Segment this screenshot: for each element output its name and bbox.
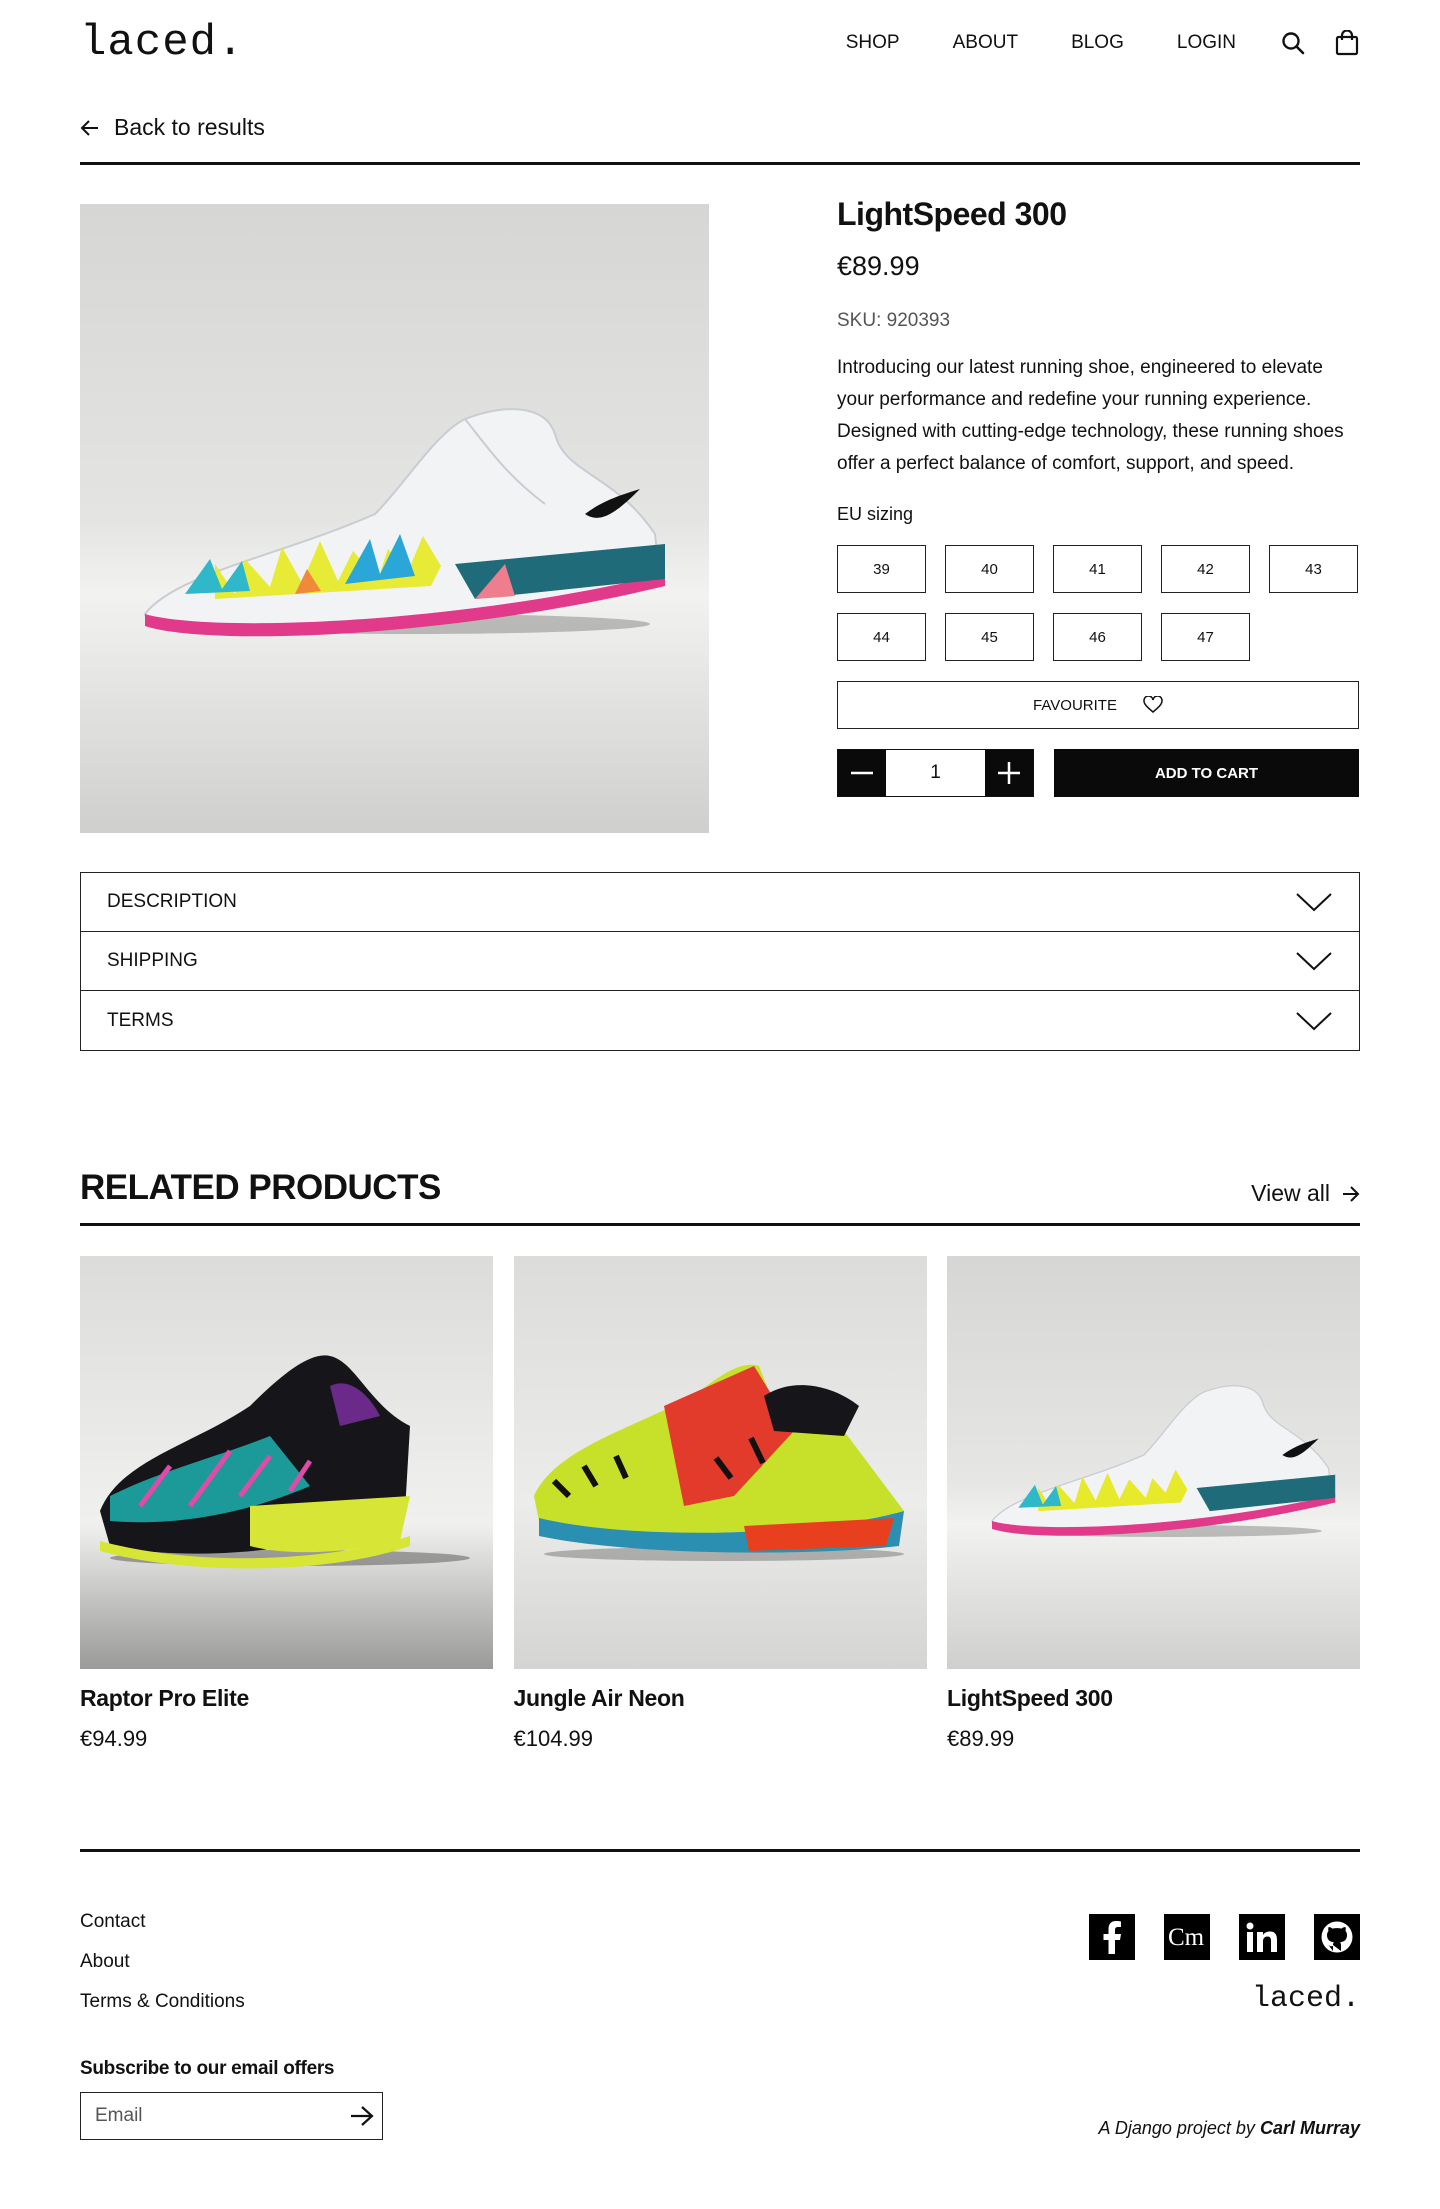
footer-divider [80, 1849, 1360, 1852]
back-link-label: Back to results [114, 114, 265, 140]
footer-credit: A Django project by Carl Murray [1099, 2118, 1360, 2139]
sizing-label: EU sizing [837, 504, 914, 524]
nav-blog[interactable]: BLOG [1071, 32, 1124, 54]
email-input[interactable] [95, 2105, 342, 2127]
view-all-link[interactable]: View all [1251, 1180, 1360, 1207]
divider [80, 162, 1360, 165]
nav-about[interactable]: ABOUT [953, 32, 1018, 54]
search-icon[interactable] [1280, 30, 1306, 56]
footer-logo: laced. [1251, 1982, 1360, 2016]
arrow-left-icon [80, 119, 98, 136]
back-to-results-link[interactable]: Back to results [80, 114, 265, 141]
product-card-price: €94.99 [80, 1726, 148, 1751]
product-card[interactable]: Raptor Pro Elite €94.99 [80, 1256, 493, 1752]
product-card-price: €104.99 [513, 1726, 594, 1751]
arrow-right-icon [351, 2106, 374, 2126]
product-accordion: DESCRIPTION SHIPPING TERMS [80, 872, 1360, 1051]
email-subscribe-form [80, 2092, 383, 2140]
accordion-shipping[interactable]: SHIPPING [81, 932, 1359, 991]
facebook-icon[interactable] [1089, 1914, 1135, 1960]
product-sku: SKU: 920393 [837, 310, 951, 331]
product-title: LightSpeed 300 [837, 196, 1067, 232]
product-card[interactable]: Jungle Air Neon €104.99 [513, 1256, 927, 1752]
product-card-image [80, 1256, 493, 1669]
size-button[interactable]: 44 [837, 613, 926, 661]
product-card-price: €89.99 [947, 1726, 1015, 1751]
accordion-label: TERMS [107, 1009, 174, 1031]
cm-icon[interactable]: Cm [1164, 1914, 1210, 1960]
size-button[interactable]: 39 [837, 545, 926, 593]
product-image [80, 204, 709, 833]
product-card-image [513, 1256, 927, 1669]
product-card-name: Raptor Pro Elite [80, 1685, 250, 1711]
product-card[interactable]: LightSpeed 300 €89.99 [947, 1256, 1360, 1752]
size-selector: 39 40 41 42 43 44 45 46 47 [837, 545, 1359, 661]
site-header: laced. SHOP ABOUT BLOG LOGIN [80, 0, 1360, 86]
chevron-down-icon [1296, 893, 1332, 912]
favourite-button[interactable]: FAVOURITE [837, 681, 1359, 729]
chevron-down-icon [1296, 1011, 1332, 1030]
arrow-right-icon [1343, 1185, 1360, 1202]
svg-text:Cm: Cm [1168, 1924, 1205, 1950]
nav-shop[interactable]: SHOP [846, 32, 900, 54]
nav-login[interactable]: LOGIN [1177, 32, 1236, 54]
subscribe-label: Subscribe to our email offers [80, 2058, 335, 2079]
quantity-input[interactable]: 1 [886, 750, 985, 796]
site-logo[interactable]: laced. [80, 18, 244, 68]
heart-icon [1143, 696, 1163, 713]
main-nav: SHOP ABOUT BLOG LOGIN [793, 30, 1360, 56]
shopping-bag-icon[interactable] [1334, 30, 1360, 56]
size-button[interactable]: 45 [945, 613, 1034, 661]
accordion-label: SHIPPING [107, 950, 198, 971]
github-icon[interactable] [1314, 1914, 1360, 1960]
linkedin-icon[interactable] [1239, 1914, 1285, 1960]
related-products-heading: RELATED PRODUCTS [80, 1168, 441, 1207]
product-card-name: LightSpeed 300 [947, 1685, 1113, 1711]
size-button[interactable]: 41 [1053, 545, 1142, 593]
product-card-image [947, 1256, 1360, 1669]
size-button[interactable]: 43 [1269, 545, 1358, 593]
divider [80, 1223, 1360, 1226]
plus-icon [998, 762, 1020, 784]
accordion-terms[interactable]: TERMS [81, 991, 1359, 1050]
product-card-name: Jungle Air Neon [513, 1685, 685, 1711]
increase-quantity-button[interactable] [985, 750, 1033, 796]
product-price: €89.99 [837, 251, 920, 281]
credit-author[interactable]: Carl Murray [1260, 2118, 1360, 2138]
footer-link-about[interactable]: About [80, 1951, 245, 1973]
cart-row: 1 ADD TO CART [837, 749, 1359, 797]
product-description: Introducing our latest running shoe, eng… [837, 357, 1344, 474]
accordion-label: DESCRIPTION [107, 891, 237, 912]
footer-link-contact[interactable]: Contact [80, 1911, 245, 1933]
favourite-label: FAVOURITE [1033, 696, 1117, 714]
credit-prefix: A Django project by [1098, 2118, 1255, 2138]
minus-icon [851, 771, 873, 775]
accordion-description[interactable]: DESCRIPTION [81, 873, 1359, 932]
product-info: LightSpeed 300 €89.99 SKU: 920393 Introd… [837, 196, 1359, 797]
subscribe-submit-button[interactable] [342, 2105, 382, 2127]
quantity-stepper: 1 [837, 749, 1034, 797]
chevron-down-icon [1296, 952, 1332, 971]
size-button[interactable]: 47 [1161, 613, 1250, 661]
size-button[interactable]: 40 [945, 545, 1034, 593]
decrease-quantity-button[interactable] [838, 750, 886, 796]
view-all-label: View all [1251, 1180, 1330, 1206]
add-to-cart-button[interactable]: ADD TO CART [1054, 749, 1359, 797]
related-products-list: Raptor Pro Elite €94.99 Jungle Air Neon … [80, 1256, 1360, 1752]
footer-link-terms[interactable]: Terms & Conditions [80, 1991, 245, 2013]
footer-links: Contact About Terms & Conditions [80, 1911, 245, 2031]
social-links: Cm [1060, 1914, 1360, 1960]
size-button[interactable]: 42 [1161, 545, 1250, 593]
size-button[interactable]: 46 [1053, 613, 1142, 661]
